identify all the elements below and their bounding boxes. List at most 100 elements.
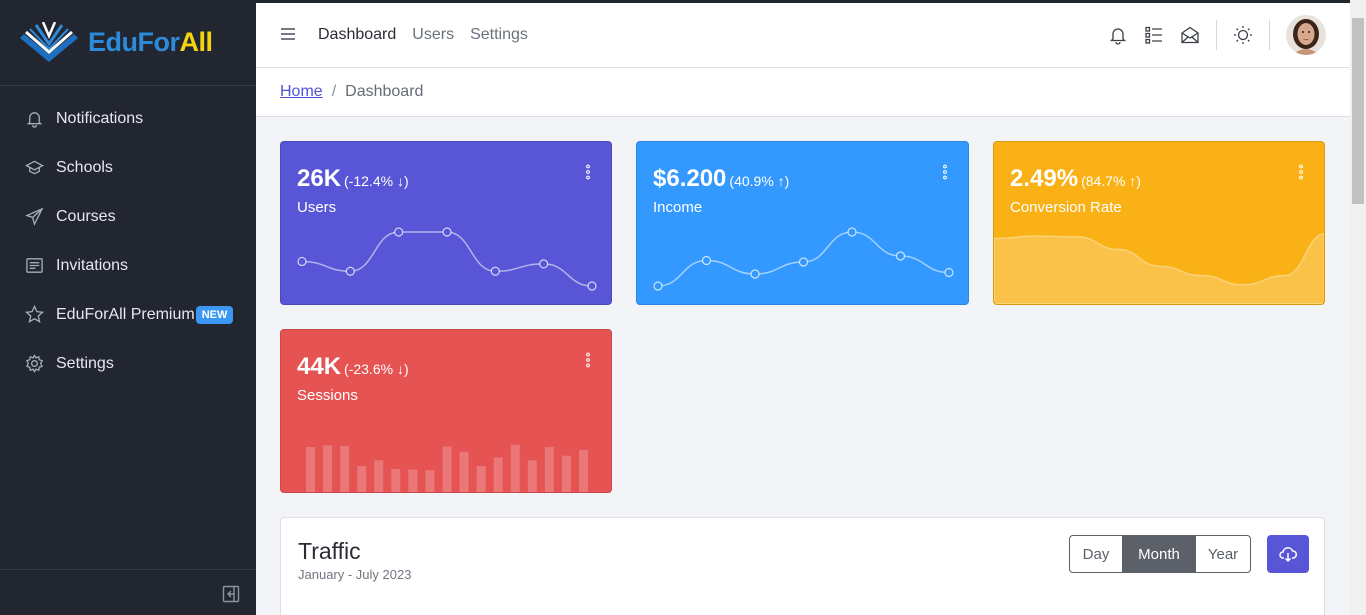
data-point[interactable] bbox=[895, 251, 906, 261]
more-options-icon[interactable] bbox=[942, 164, 948, 180]
breadcrumb-current: Dashboard bbox=[345, 83, 424, 100]
star-icon bbox=[24, 305, 44, 325]
range-year-button[interactable]: Year bbox=[1195, 536, 1250, 572]
range-day-button[interactable]: Day bbox=[1070, 536, 1122, 572]
sparkline-chart bbox=[653, 227, 954, 291]
school-icon bbox=[24, 158, 44, 178]
sidebar-item-schools[interactable]: Schools bbox=[0, 143, 256, 192]
bar[interactable] bbox=[408, 469, 418, 492]
more-options-icon[interactable] bbox=[585, 352, 591, 368]
user-avatar[interactable] bbox=[1286, 15, 1326, 55]
data-point[interactable] bbox=[798, 257, 809, 267]
sidebar-item-invitations[interactable]: Invitations bbox=[0, 241, 256, 290]
data-point[interactable] bbox=[847, 227, 857, 237]
data-point[interactable] bbox=[944, 267, 954, 278]
bar[interactable] bbox=[374, 460, 384, 492]
data-point[interactable] bbox=[297, 256, 307, 267]
bar[interactable] bbox=[442, 446, 452, 492]
range-toggle: Day Month Year bbox=[1069, 535, 1251, 573]
envelope-open-icon[interactable] bbox=[1180, 25, 1200, 45]
header-link-settings[interactable]: Settings bbox=[470, 26, 528, 44]
range-month-button[interactable]: Month bbox=[1122, 536, 1195, 572]
sparkline-chart bbox=[297, 227, 597, 291]
data-point[interactable] bbox=[750, 269, 760, 279]
bar[interactable] bbox=[476, 466, 486, 492]
download-button[interactable] bbox=[1267, 535, 1309, 573]
widget-income: $6.200 (40.9% ↑) Income bbox=[636, 141, 969, 305]
data-point[interactable] bbox=[442, 227, 452, 237]
breadcrumb-home-link[interactable]: Home bbox=[280, 83, 323, 101]
sidebar-item-notifications[interactable]: Notifications bbox=[0, 94, 256, 143]
widget-change: (84.7% ↑) bbox=[1081, 173, 1141, 189]
sidebar-item-premium[interactable]: EduForAll Premium NEW bbox=[0, 290, 256, 339]
bar[interactable] bbox=[306, 447, 316, 492]
sidebar-item-label: Schools bbox=[56, 158, 113, 176]
header-nav: Dashboard Users Settings bbox=[318, 26, 528, 44]
traffic-subtitle: January - July 2023 bbox=[298, 567, 412, 582]
sidebar-item-label: EduForAll Premium bbox=[56, 305, 195, 323]
header-divider bbox=[1269, 20, 1270, 50]
bar[interactable] bbox=[561, 455, 571, 492]
sidebar-footer bbox=[0, 569, 256, 615]
bar[interactable] bbox=[544, 447, 554, 492]
data-point[interactable] bbox=[587, 281, 597, 291]
traffic-card: Traffic January - July 2023 Day Month Ye… bbox=[280, 517, 1325, 615]
sidebar-collapse-icon[interactable] bbox=[222, 585, 240, 603]
widget-users: 26K (-12.4% ↓) Users bbox=[280, 141, 612, 305]
bar[interactable] bbox=[493, 457, 503, 492]
menu-toggle-icon[interactable] bbox=[280, 26, 296, 42]
page-scrollbar[interactable] bbox=[1350, 0, 1366, 615]
sidebar: EduForAll Notifications Schools Courses … bbox=[0, 0, 256, 615]
data-point[interactable] bbox=[394, 227, 404, 237]
widget-value: 2.49% (84.7% ↑) bbox=[1010, 165, 1141, 192]
bar-chart bbox=[306, 444, 588, 492]
series-line bbox=[301, 231, 593, 287]
send-icon bbox=[24, 207, 44, 227]
header-link-dashboard[interactable]: Dashboard bbox=[318, 26, 396, 44]
cloud-download-icon bbox=[1279, 547, 1297, 563]
data-point[interactable] bbox=[539, 259, 549, 269]
bar[interactable] bbox=[323, 445, 333, 492]
traffic-title: Traffic bbox=[298, 538, 361, 564]
more-options-icon[interactable] bbox=[585, 164, 591, 180]
more-options-icon[interactable] bbox=[1298, 164, 1304, 180]
widget-sessions: 44K (-23.6% ↓) Sessions bbox=[280, 329, 612, 493]
breadcrumb-separator: / bbox=[331, 83, 337, 100]
brand-logo[interactable]: EduForAll bbox=[0, 0, 256, 86]
sun-icon[interactable] bbox=[1233, 25, 1253, 45]
bar[interactable] bbox=[527, 460, 537, 492]
area-chart bbox=[994, 233, 1324, 304]
header-divider bbox=[1216, 20, 1217, 50]
new-badge: NEW bbox=[195, 305, 234, 324]
bar[interactable] bbox=[391, 468, 401, 492]
bar[interactable] bbox=[510, 444, 520, 492]
data-point[interactable] bbox=[653, 281, 663, 291]
widget-value: 26K (-12.4% ↓) bbox=[297, 165, 409, 192]
widget-value: $6.200 (40.9% ↑) bbox=[653, 165, 790, 192]
data-point[interactable] bbox=[490, 266, 500, 276]
invitation-icon bbox=[24, 256, 44, 276]
bell-icon bbox=[24, 109, 44, 129]
header-link-users[interactable]: Users bbox=[412, 26, 454, 44]
bell-icon[interactable] bbox=[1108, 25, 1128, 45]
task-list-icon[interactable] bbox=[1144, 25, 1164, 45]
sidebar-item-courses[interactable]: Courses bbox=[0, 192, 256, 241]
widget-change: (-23.6% ↓) bbox=[344, 361, 409, 377]
gear-icon bbox=[24, 354, 44, 374]
sidebar-item-label: Notifications bbox=[56, 109, 144, 127]
data-point[interactable] bbox=[345, 266, 355, 276]
bar[interactable] bbox=[459, 451, 469, 492]
bar[interactable] bbox=[425, 470, 435, 492]
widget-change: (40.9% ↑) bbox=[729, 173, 790, 189]
bar[interactable] bbox=[578, 449, 588, 492]
sidebar-item-settings[interactable]: Settings bbox=[0, 339, 256, 388]
header-actions bbox=[1092, 15, 1326, 55]
top-header: Dashboard Users Settings bbox=[256, 0, 1350, 68]
sidebar-nav: Notifications Schools Courses Invitation… bbox=[0, 86, 256, 388]
data-point[interactable] bbox=[701, 255, 712, 266]
brand-name: EduForAll bbox=[88, 27, 213, 57]
bar[interactable] bbox=[340, 445, 350, 492]
sidebar-item-label: Settings bbox=[56, 354, 114, 372]
bar[interactable] bbox=[357, 466, 367, 492]
scrollbar-thumb[interactable] bbox=[1352, 18, 1364, 204]
